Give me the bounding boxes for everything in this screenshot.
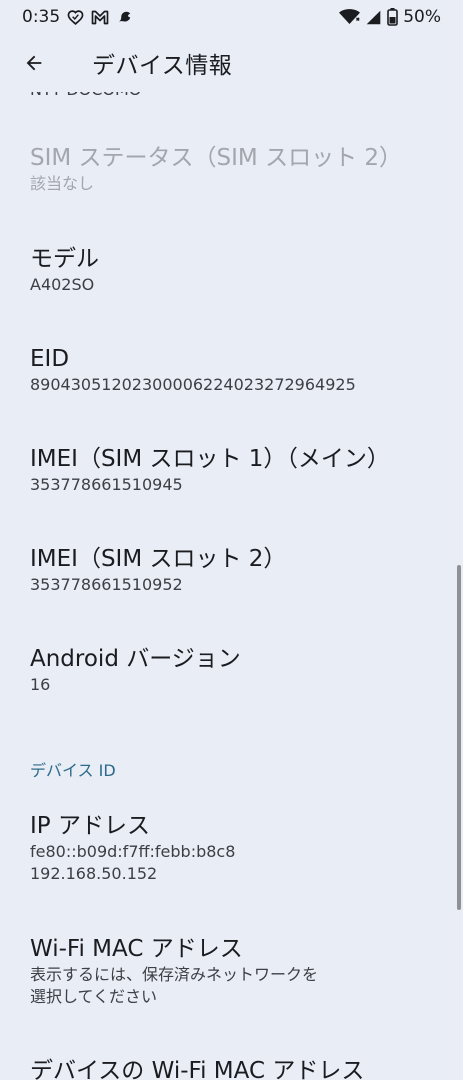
item-summary: 353778661510945 <box>30 475 183 494</box>
item-summary: A402SO <box>30 275 95 294</box>
item-title: SIM ステータス（SIM スロット 2） <box>30 145 403 171</box>
item-title: モデル <box>30 246 99 272</box>
wifi-mac-item[interactable]: Wi-Fi MAC アドレス 表示するには、保存済みネットワークを 選択してくだ… <box>30 934 443 1008</box>
app-notification-icon <box>116 8 134 26</box>
item-summary: 89043051202300006224023272964925 <box>30 375 356 394</box>
gmail-icon <box>91 10 109 25</box>
item-summary-line1: fe80::b09d:f7ff:febb:b8c8 <box>30 842 236 861</box>
section-header-device-id: デバイス ID <box>30 761 116 780</box>
item-summary-line2: 192.168.50.152 <box>30 864 158 883</box>
signal-icon <box>365 9 382 26</box>
page-title: デバイス情報 <box>92 53 233 79</box>
sim-status-slot2-item: SIM ステータス（SIM スロット 2） 該当なし <box>30 143 443 195</box>
item-summary: 353778661510952 <box>30 575 183 594</box>
settings-list: NTT DOCOMO SIM ステータス（SIM スロット 2） 該当なし モデ… <box>0 0 463 1080</box>
imei-slot2-item[interactable]: IMEI（SIM スロット 2） 353778661510952 <box>30 544 443 596</box>
item-title: Android バージョン <box>30 646 241 672</box>
android-version-item[interactable]: Android バージョン 16 <box>30 644 443 696</box>
app-bar: デバイス情報 <box>0 34 463 92</box>
back-button[interactable] <box>14 43 54 83</box>
status-bar: 0:35 50% <box>0 0 463 34</box>
scrollbar[interactable] <box>457 565 461 910</box>
item-title: EID <box>30 346 70 372</box>
item-summary: 16 <box>30 675 51 694</box>
item-title: IMEI（SIM スロット 2） <box>30 546 287 572</box>
item-summary: 該当なし <box>30 174 95 193</box>
item-title: IP アドレス <box>30 813 150 839</box>
eid-item[interactable]: EID 89043051202300006224023272964925 <box>30 344 443 396</box>
item-title: Wi-Fi MAC アドレス <box>30 936 243 962</box>
imei-slot1-item[interactable]: IMEI（SIM スロット 1）（メイン） 353778661510945 <box>30 444 443 496</box>
heart-outline-icon <box>67 9 84 26</box>
item-title: IMEI（SIM スロット 1）（メイン） <box>30 446 390 472</box>
item-summary-line1: 表示するには、保存済みネットワークを <box>30 965 319 984</box>
ip-address-item[interactable]: IP アドレス fe80::b09d:f7ff:febb:b8c8 192.16… <box>30 811 443 885</box>
wifi-icon <box>339 9 361 25</box>
item-title: デバイスの Wi-Fi MAC アドレス <box>30 1058 365 1080</box>
clock: 0:35 <box>22 7 61 27</box>
battery-icon <box>387 8 399 26</box>
model-item[interactable]: モデル A402SO <box>30 244 443 296</box>
device-info-screen: NTT DOCOMO SIM ステータス（SIM スロット 2） 該当なし モデ… <box>0 0 463 1080</box>
arrow-left-icon <box>23 52 45 74</box>
battery-percent: 50% <box>403 7 441 27</box>
item-summary-line2: 選択してください <box>30 987 158 1006</box>
device-wifi-mac-item[interactable]: デバイスの Wi-Fi MAC アドレス <box>30 1056 443 1080</box>
